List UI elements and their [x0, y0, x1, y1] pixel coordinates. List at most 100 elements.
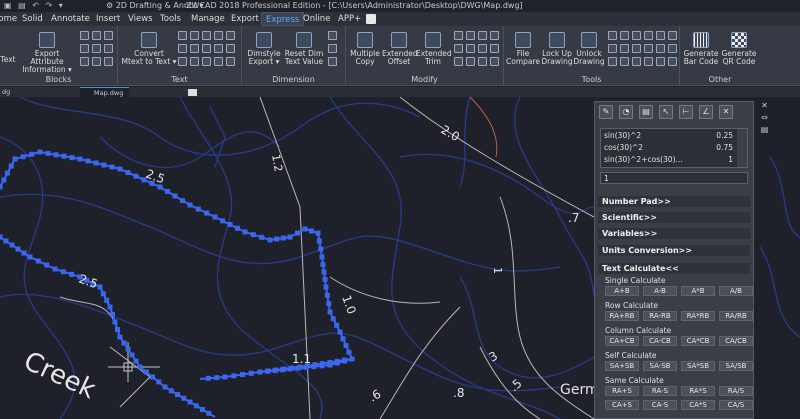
- text-tool-icon-4[interactable]: [214, 31, 223, 40]
- multiple-copy-button[interactable]: Multiple Copy: [348, 32, 382, 66]
- menu-express[interactable]: Express: [261, 12, 305, 26]
- grip-marker[interactable]: [112, 319, 118, 325]
- text-tool-icon-1[interactable]: [178, 31, 187, 40]
- btn-ca-div-s[interactable]: CA/S: [719, 400, 753, 410]
- menu-tools[interactable]: Tools: [160, 12, 181, 26]
- section-scientific[interactable]: Scientific>>: [598, 212, 750, 223]
- tools-icon-7[interactable]: [608, 44, 617, 53]
- tools-icon-11[interactable]: [656, 44, 665, 53]
- reset-dim-button[interactable]: Reset Dim Text Value: [284, 32, 324, 66]
- grip-marker[interactable]: [77, 156, 83, 162]
- grip-marker[interactable]: [324, 292, 330, 298]
- grip-marker[interactable]: [117, 166, 123, 172]
- grip-marker[interactable]: [231, 373, 237, 379]
- grip-marker[interactable]: [259, 234, 265, 240]
- selected-polyline[interactable]: [0, 236, 216, 418]
- menu-solid[interactable]: Solid: [22, 12, 43, 26]
- grip-marker[interactable]: [125, 170, 131, 176]
- menu-export[interactable]: Export: [231, 12, 259, 26]
- grip-marker[interactable]: [272, 368, 278, 373]
- menu-app-plus[interactable]: APP+: [338, 12, 361, 26]
- modify-tool-icon-8[interactable]: [490, 44, 499, 53]
- btn-a-minus-b[interactable]: A-B: [643, 286, 677, 296]
- grip-marker[interactable]: [316, 238, 322, 244]
- grip-marker[interactable]: [334, 322, 340, 328]
- grip-marker[interactable]: [322, 277, 328, 282]
- text-tool-icon-11[interactable]: [178, 57, 187, 66]
- btn-ra-times-s[interactable]: RA*S: [681, 386, 715, 396]
- text-tool-icon-14[interactable]: [214, 57, 223, 66]
- block-tool-icon-1[interactable]: [80, 31, 89, 40]
- file-compare-button[interactable]: File Compare: [506, 32, 540, 66]
- grip-marker[interactable]: [100, 291, 106, 297]
- tools-icon-9[interactable]: [632, 44, 641, 53]
- grip-marker[interactable]: [227, 222, 233, 227]
- grip-marker[interactable]: [326, 301, 332, 307]
- grip-marker[interactable]: [137, 364, 143, 370]
- grip-marker[interactable]: [193, 403, 199, 409]
- grip-marker[interactable]: [143, 369, 149, 375]
- btn-a-plus-b[interactable]: A+B: [605, 286, 639, 296]
- grip-marker[interactable]: [5, 170, 10, 176]
- grip-marker[interactable]: [125, 346, 131, 352]
- block-tool-icon-6[interactable]: [104, 44, 113, 53]
- grip-marker[interactable]: [0, 234, 3, 240]
- grip-marker[interactable]: [180, 198, 185, 203]
- text-tool-icon-2[interactable]: [190, 31, 199, 40]
- btn-a-times-b[interactable]: A*B: [681, 286, 715, 296]
- section-variables[interactable]: Variables>>: [598, 228, 750, 239]
- lock-up-drawing-button[interactable]: Lock Up Drawing: [540, 32, 574, 66]
- grip-marker[interactable]: [110, 312, 115, 317]
- block-tool-icon-3[interactable]: [104, 31, 113, 40]
- tools-icon-15[interactable]: [632, 57, 641, 66]
- history-scrollbar[interactable]: [737, 129, 747, 167]
- distance-icon[interactable]: ⊢: [679, 105, 693, 119]
- grip-marker[interactable]: [8, 163, 14, 169]
- grip-marker[interactable]: [117, 334, 123, 340]
- section-units-conversion[interactable]: Units Conversion>>: [598, 245, 750, 256]
- grip-marker[interactable]: [318, 246, 324, 252]
- grip-marker[interactable]: [175, 392, 180, 397]
- dim-tool-icon-2[interactable]: [328, 44, 337, 53]
- new-tab-icon[interactable]: [188, 89, 197, 96]
- grip-marker[interactable]: [200, 407, 205, 412]
- text-button[interactable]: Text: [0, 56, 18, 64]
- grip-marker[interactable]: [133, 173, 139, 179]
- grip-marker[interactable]: [242, 229, 248, 235]
- history-icon[interactable]: ◔: [619, 105, 633, 119]
- grip-marker[interactable]: [97, 284, 103, 290]
- grip-marker[interactable]: [257, 369, 263, 375]
- grip-marker[interactable]: [133, 358, 139, 364]
- btn-ca-minus-s[interactable]: CA-S: [643, 400, 677, 410]
- grip-marker[interactable]: [280, 367, 285, 373]
- grip-marker[interactable]: [0, 184, 3, 190]
- tools-icon-2[interactable]: [620, 31, 629, 40]
- grip-marker[interactable]: [287, 366, 293, 372]
- modify-tool-icon-4[interactable]: [490, 31, 499, 40]
- grip-marker[interactable]: [53, 152, 59, 158]
- grip-marker[interactable]: [330, 316, 336, 322]
- btn-ra-div-s[interactable]: RA/S: [719, 386, 753, 396]
- btn-a-div-b[interactable]: A/B: [719, 286, 753, 296]
- grip-marker[interactable]: [3, 238, 9, 244]
- menu-insert[interactable]: Insert: [96, 12, 120, 26]
- grip-marker[interactable]: [240, 372, 245, 377]
- grip-marker[interactable]: [195, 206, 201, 212]
- block-tool-icon-9[interactable]: [104, 57, 113, 66]
- text-tool-icon-13[interactable]: [202, 57, 211, 66]
- grip-marker[interactable]: [109, 164, 115, 170]
- grip-marker[interactable]: [295, 230, 300, 236]
- grip-marker[interactable]: [44, 262, 50, 268]
- btn-ca-plus-cb[interactable]: CA+CB: [605, 336, 639, 346]
- text-tool-icon-6[interactable]: [178, 44, 187, 53]
- grip-marker[interactable]: [220, 218, 225, 224]
- grip-marker[interactable]: [321, 269, 327, 275]
- menu-manage[interactable]: Manage: [191, 12, 225, 26]
- grip-marker[interactable]: [302, 226, 308, 232]
- grip-marker[interactable]: [340, 336, 346, 342]
- tools-icon-10[interactable]: [644, 44, 653, 53]
- grip-marker[interactable]: [274, 236, 280, 242]
- selected-polyline[interactable]: [0, 150, 354, 380]
- dimstyle-export-button[interactable]: Dimstyle Export ▾: [244, 32, 284, 66]
- grip-marker[interactable]: [235, 225, 240, 231]
